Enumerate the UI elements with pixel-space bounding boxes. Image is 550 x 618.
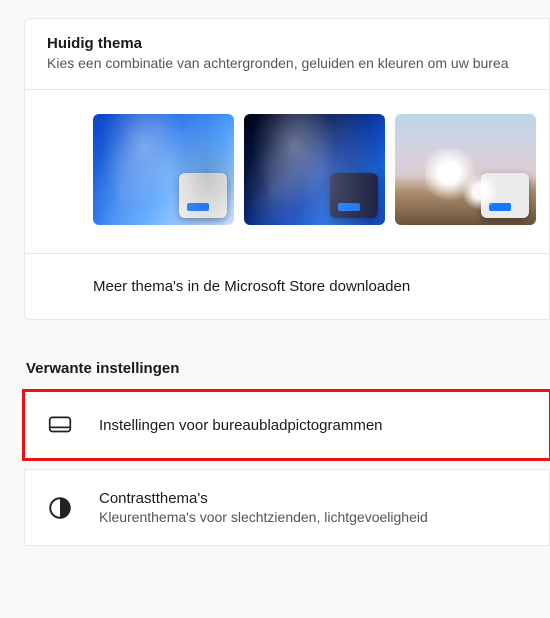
current-theme-header[interactable]: Huidig thema Kies een combinatie van ach… [24,18,550,90]
get-more-themes-row[interactable]: Meer thema's in de Microsoft Store downl… [24,253,550,320]
taskbar-preview [330,173,378,218]
related-row-monitor[interactable]: Instellingen voor bureaubladpictogrammen [24,391,550,459]
current-theme-title: Huidig thema [47,35,527,52]
related-row-subtitle: Kleurenthema's voor slechtzienden, licht… [99,509,428,525]
related-row-title: Contrastthema's [99,490,428,507]
current-theme-subtitle: Kies een combinatie van achtergronden, g… [47,55,527,71]
related-settings-heading: Verwante instellingen [26,360,550,377]
theme-windows-light[interactable] [93,114,234,225]
monitor-icon [47,412,73,438]
related-row-contrast[interactable]: Contrastthema's Kleurenthema's voor slech… [24,469,550,546]
taskbar-preview [481,173,529,218]
get-more-themes-label: Meer thema's in de Microsoft Store downl… [93,278,410,295]
contrast-icon [47,495,73,521]
theme-sunrise-photo[interactable] [395,114,536,225]
related-row-title: Instellingen voor bureaubladpictogrammen [99,417,383,434]
taskbar-preview [179,173,227,218]
theme-windows-dark[interactable] [244,114,385,225]
theme-thumbnails [24,90,550,253]
